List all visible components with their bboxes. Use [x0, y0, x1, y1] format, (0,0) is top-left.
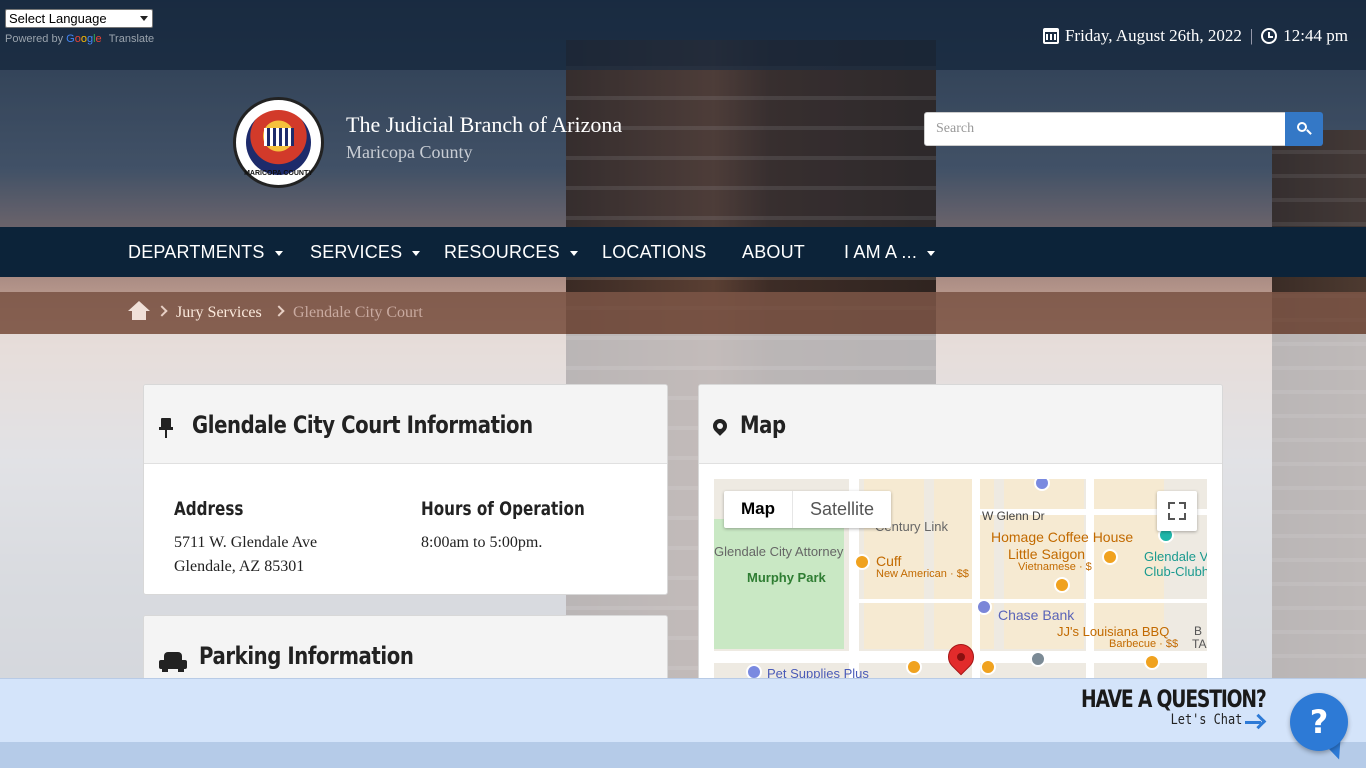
- map-type-toggle: Map Satellite: [724, 491, 892, 528]
- main-nav: DEPARTMENTS SERVICES RESOURCES LOCATIONS…: [0, 227, 1366, 277]
- map-type-map-button[interactable]: Map: [724, 491, 792, 528]
- google-map[interactable]: Century Link W Glenn Dr Glendale City At…: [714, 479, 1207, 679]
- map-label-little-saigon-sub: Vietnamese · $: [1018, 561, 1092, 573]
- caret-down-icon: [412, 250, 421, 256]
- caret-down-icon: [274, 250, 283, 256]
- map-label-edge-ta: TA: [1192, 637, 1207, 651]
- chevron-down-icon: [140, 16, 148, 21]
- address-line-1: 5711 W. Glendale Ave: [174, 534, 318, 551]
- court-info-card: Glendale City Court Information Address …: [143, 384, 668, 595]
- seal-text: MARICOPA COUNTY: [244, 170, 313, 177]
- map-header: Map: [699, 385, 1222, 464]
- chat-title[interactable]: HAVE A QUESTION?: [1081, 685, 1267, 713]
- car-icon: [159, 652, 187, 672]
- nav-about[interactable]: ABOUT: [742, 227, 805, 277]
- chat-subtitle[interactable]: Let's Chat: [1170, 712, 1242, 728]
- map-label-jj-sub: Barbecue · $$: [1109, 638, 1179, 650]
- museum-icon[interactable]: [1030, 651, 1046, 667]
- restaurant-icon[interactable]: [1144, 654, 1160, 670]
- restaurant-icon[interactable]: [854, 554, 870, 570]
- search-button[interactable]: [1285, 112, 1323, 146]
- chat-bubble-button[interactable]: ?: [1290, 693, 1348, 751]
- restaurant-icon[interactable]: [1054, 577, 1070, 593]
- restaurant-icon[interactable]: [906, 659, 922, 675]
- date-time: Friday, August 26th, 2022 | 12:44 pm: [1042, 26, 1348, 46]
- court-info-title: Glendale City Court Information: [192, 411, 533, 439]
- footer-strip: [0, 742, 1366, 768]
- language-select-value: Select Language: [9, 11, 107, 26]
- store-icon[interactable]: [746, 664, 762, 679]
- court-seal-logo[interactable]: MARICOPA COUNTY: [233, 97, 324, 188]
- map-label-cuff-sub: New American · $$: [876, 568, 969, 580]
- nav-departments[interactable]: DEPARTMENTS: [128, 227, 283, 277]
- cafe-icon[interactable]: [1102, 549, 1118, 565]
- site-title[interactable]: The Judicial Branch of Arizona: [346, 112, 622, 138]
- nav-locations[interactable]: LOCATIONS: [602, 227, 706, 277]
- breadcrumb-current: Glendale City Court: [293, 304, 423, 321]
- site-subtitle: Maricopa County: [346, 142, 473, 162]
- nav-services[interactable]: SERVICES: [310, 227, 421, 277]
- map-label-chase-bank[interactable]: Chase Bank: [998, 607, 1074, 623]
- court-info-header: Glendale City Court Information: [144, 385, 667, 464]
- nav-i-am-a[interactable]: I AM A ...: [844, 227, 936, 277]
- parking-title: Parking Information: [199, 642, 414, 670]
- arrow-right-icon[interactable]: [1245, 713, 1267, 730]
- bank-icon[interactable]: [976, 599, 992, 615]
- search-input[interactable]: Search: [924, 112, 1286, 146]
- map-label-glendale-club[interactable]: Glendale V: [1144, 549, 1207, 564]
- calendar-icon: [1042, 28, 1059, 44]
- map-label-jj-bbq[interactable]: JJ's Louisiana BBQ: [1057, 624, 1169, 639]
- powered-by-text: Powered by: [5, 33, 64, 45]
- date-time-separator: |: [1249, 26, 1254, 45]
- map-label-murphy-park: Murphy Park: [747, 570, 826, 585]
- top-bar: Select Language Powered by Google Transl…: [0, 0, 1366, 70]
- home-icon[interactable]: [128, 301, 150, 321]
- site-header: [0, 70, 1366, 227]
- breadcrumb-jury-services[interactable]: Jury Services: [176, 304, 262, 322]
- thumbtack-icon: [159, 418, 173, 438]
- restaurant-icon[interactable]: [980, 659, 996, 675]
- map-label-cuff[interactable]: Cuff: [876, 553, 901, 569]
- map-label-little-saigon[interactable]: Little Saigon: [1008, 546, 1085, 562]
- caret-down-icon: [927, 250, 936, 256]
- map-label-glendale-attorney: Glendale City Attorney: [714, 544, 844, 559]
- address-line-2: Glendale, AZ 85301: [174, 558, 305, 575]
- hours-value: 8:00am to 5:00pm.: [421, 534, 543, 551]
- current-time: 12:44 pm: [1283, 26, 1348, 45]
- fullscreen-icon: [1168, 502, 1175, 509]
- google-logo-text: Google: [66, 33, 102, 45]
- map-label-glendale-club-2: Club-Clubh: [1144, 564, 1207, 579]
- map-marker-icon: [710, 416, 730, 439]
- map-title: Map: [740, 411, 786, 439]
- clock-icon: [1261, 28, 1278, 44]
- address-label: Address: [174, 498, 244, 520]
- map-label-edge-b: B: [1194, 624, 1203, 638]
- map-label-w-glenn-dr: W Glenn Dr: [982, 509, 1045, 523]
- current-date: Friday, August 26th, 2022: [1064, 26, 1242, 45]
- map-type-satellite-button[interactable]: Satellite: [792, 491, 891, 528]
- fullscreen-button[interactable]: [1157, 491, 1197, 531]
- map-label-homage-coffee[interactable]: Homage Coffee House: [991, 529, 1133, 545]
- chevron-right-icon: [156, 305, 168, 317]
- powered-by-google-translate: Powered by Google Translate: [5, 33, 154, 45]
- language-select[interactable]: Select Language: [5, 9, 153, 28]
- seal-columns: [264, 128, 294, 146]
- hours-label: Hours of Operation: [421, 498, 585, 520]
- chevron-right-icon: [273, 305, 285, 317]
- translate-link[interactable]: Translate: [109, 33, 154, 45]
- caret-down-icon: [569, 250, 578, 256]
- nav-resources[interactable]: RESOURCES: [444, 227, 578, 277]
